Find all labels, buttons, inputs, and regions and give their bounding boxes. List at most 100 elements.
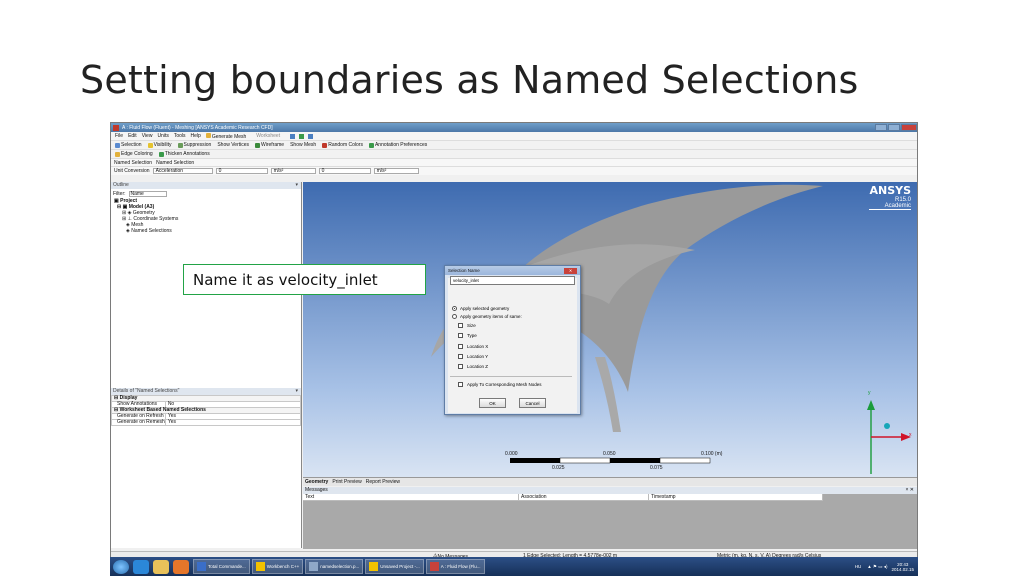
scale-label: 0.025: [552, 465, 565, 471]
messages-header: Messages × ✕: [303, 487, 917, 494]
type-checkbox[interactable]: Type: [458, 333, 477, 338]
file-explorer-icon[interactable]: [153, 559, 169, 574]
ok-button[interactable]: OK: [479, 398, 506, 408]
value2-input[interactable]: 0: [318, 168, 371, 174]
menu-edit[interactable]: Edit: [128, 133, 137, 139]
pin-icon[interactable]: ▾: [295, 388, 298, 395]
view-icon[interactable]: [290, 133, 296, 139]
random-colors-button[interactable]: Random Colors: [322, 142, 363, 148]
unit1-select[interactable]: m/s²: [270, 168, 316, 174]
show-mesh-button[interactable]: Show Mesh: [290, 142, 316, 148]
clock[interactable]: 20:43 2014.02.15: [891, 562, 914, 572]
outline-filter: Filter: Name: [111, 189, 301, 198]
selection-dropdown[interactable]: Selection: [115, 142, 142, 148]
named-selection-toolbar: Named Selection Named Selection: [111, 158, 917, 166]
edition-label: Academic: [869, 203, 911, 210]
close-button[interactable]: [901, 124, 917, 131]
tree-item-named-selections[interactable]: ◈ Named Selections: [114, 228, 301, 234]
tab-report-preview[interactable]: Report Preview: [366, 479, 400, 485]
task-namedselection[interactable]: namedselection.p...: [305, 559, 364, 574]
details-row[interactable]: Generate on Remesh Yes: [111, 419, 302, 426]
ansys-icon: [369, 562, 379, 571]
outline-header: Outline ▾: [111, 182, 301, 189]
scale-label: 0.075: [650, 465, 663, 471]
worksheet-button[interactable]: Worksheet: [256, 133, 285, 139]
dialog-close-icon[interactable]: ✕: [564, 267, 577, 274]
suppression-dropdown[interactable]: Suppression: [177, 142, 211, 148]
unit2-select[interactable]: m/s²: [373, 168, 419, 174]
selection-name-input[interactable]: velocity_inlet: [450, 276, 575, 285]
messages-columns: Text Association Timestamp: [303, 494, 823, 501]
task-unsaved-project[interactable]: Unsaved Project -...: [365, 559, 424, 574]
firefox-icon[interactable]: [173, 559, 189, 574]
menu-file[interactable]: File: [115, 133, 123, 139]
close-icon[interactable]: × ✕: [906, 487, 915, 494]
maximize-button[interactable]: [888, 124, 900, 131]
dialog-title: Selection Name: [448, 268, 480, 273]
wireframe-button[interactable]: Wireframe: [255, 142, 284, 148]
graphics-toolbar: Selection Visibility Suppression Show Ve…: [111, 140, 917, 149]
edge-toolbar: Edge Coloring Thicken Annotations: [111, 149, 917, 158]
location-z-checkbox[interactable]: Location Z: [458, 364, 488, 369]
thicken-annotations-button[interactable]: Thicken Annotations: [158, 151, 210, 157]
menu-units[interactable]: Units: [157, 133, 168, 139]
selection-name-dialog: Selection Name ✕ velocity_inlet Apply se…: [444, 265, 581, 415]
total-commander-icon: [197, 562, 206, 571]
cancel-button[interactable]: Cancel: [519, 398, 546, 408]
internet-explorer-icon[interactable]: [133, 559, 149, 574]
details-table: ⊟ Display Show Annotations No ⊟ Worksheet…: [111, 395, 302, 426]
location-x-checkbox[interactable]: Location X: [458, 344, 488, 349]
menu-bar: File Edit View Units Tools Help Generate…: [111, 132, 917, 140]
pin-icon[interactable]: ▾: [295, 182, 298, 189]
scale-label: 0.050: [603, 451, 616, 457]
scale-label: 0.000: [505, 451, 518, 457]
location-y-checkbox[interactable]: Location Y: [458, 354, 488, 359]
geometry-svg[interactable]: [303, 182, 917, 477]
window-title: A : Fluid Flow (Fluent) - Meshing [ANSYS…: [122, 124, 273, 131]
column-text[interactable]: Text: [303, 494, 519, 500]
apply-mesh-nodes-checkbox[interactable]: Apply To Corresponding Mesh Nodes: [458, 382, 541, 387]
named-selection-button[interactable]: Named Selection: [156, 160, 194, 166]
apply-same-items-radio[interactable]: Apply geometry items of same:: [452, 314, 522, 319]
tab-print-preview[interactable]: Print Preview: [332, 479, 361, 485]
column-timestamp[interactable]: Timestamp: [649, 494, 823, 500]
show-vertices-button[interactable]: Show Vertices: [217, 142, 249, 148]
instruction-callout: Name it as velocity_inlet: [183, 264, 426, 295]
menu-view[interactable]: View: [142, 133, 153, 139]
dialog-titlebar[interactable]: Selection Name ✕: [445, 266, 580, 275]
filter-select[interactable]: Name: [128, 190, 167, 197]
menu-tools[interactable]: Tools: [174, 133, 186, 139]
ansys-icon: [255, 562, 265, 571]
menu-help[interactable]: Help: [191, 133, 201, 139]
edge-icon: [115, 151, 120, 157]
system-tray: HU ▲ ⚑ ▭ ◂) 20:43 2014.02.15: [855, 562, 918, 572]
size-checkbox[interactable]: Size: [458, 323, 476, 328]
tab-geometry[interactable]: Geometry: [305, 479, 328, 485]
task-workbench[interactable]: Workbench C++: [251, 559, 304, 574]
apply-selected-geometry-radio[interactable]: Apply selected geometry: [452, 306, 509, 311]
fit-icon[interactable]: [308, 133, 314, 139]
language-indicator[interactable]: HU: [855, 564, 862, 569]
y-axis-arrow: [867, 400, 875, 410]
details-header: Details of "Named Selections" ▾: [111, 388, 301, 395]
task-fluid-flow[interactable]: A : Fluid Flow (Flu...: [425, 559, 485, 574]
lightning-icon: [205, 132, 211, 138]
task-total-commander[interactable]: Total Commande...: [193, 559, 250, 574]
colors-icon: [322, 142, 328, 148]
value1-input[interactable]: 0: [215, 168, 268, 174]
messages-panel: Messages × ✕ Text Association Timestamp: [303, 487, 917, 549]
quantity-select[interactable]: Acceleration: [152, 168, 213, 174]
tray-icons[interactable]: ▲ ⚑ ▭ ◂): [867, 564, 887, 570]
edge-coloring-dropdown[interactable]: Edge Coloring: [115, 151, 153, 157]
window-titlebar[interactable]: A : Fluid Flow (Fluent) - Meshing [ANSYS…: [111, 123, 917, 132]
start-button-icon[interactable]: [113, 559, 129, 574]
image-icon: [309, 562, 319, 571]
graphics-viewport[interactable]: ANSYS R15.0 Academic y x 0.000 0.050 0.1…: [303, 182, 917, 477]
thicken-icon: [158, 151, 164, 157]
zoom-icon[interactable]: [299, 133, 305, 139]
column-association[interactable]: Association: [519, 494, 649, 500]
minimize-button[interactable]: [875, 124, 887, 131]
generate-mesh-button[interactable]: Generate Mesh: [205, 132, 251, 140]
annotation-preferences-button[interactable]: Annotation Preferences: [368, 142, 427, 148]
visibility-dropdown[interactable]: Visibility: [147, 142, 172, 148]
